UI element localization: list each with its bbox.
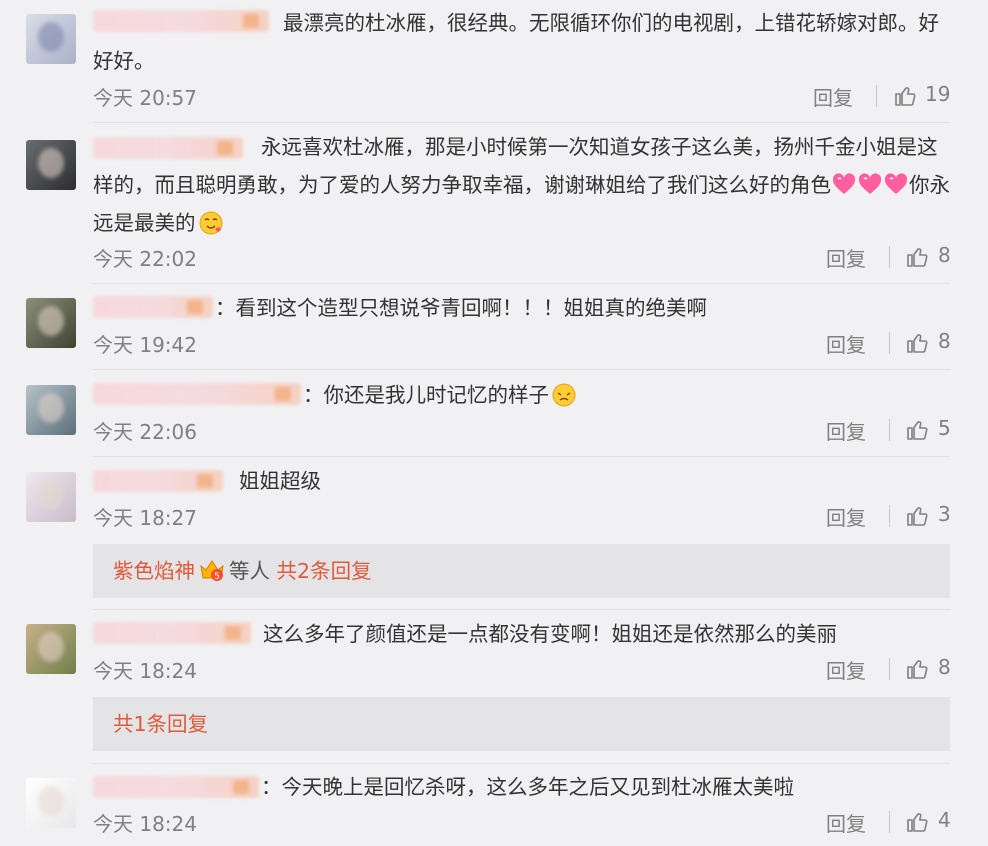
sub-reply-user[interactable]: 紫色焰神: [113, 559, 195, 583]
comment-divider: [93, 369, 950, 370]
reply-button[interactable]: 回复: [813, 82, 853, 111]
like-count: 8: [938, 243, 951, 267]
vip-badge-icon: 5: [200, 560, 224, 582]
avatar[interactable]: [26, 624, 76, 674]
thumbs-up-icon[interactable]: [893, 84, 917, 108]
sub-reply-middle: 等人: [229, 559, 270, 583]
like-count: 8: [938, 329, 951, 353]
comment-text: 姐姐超级: [239, 469, 321, 493]
comment-text: 永远喜欢杜冰雁，那是小时候第一次知道女孩子这么美，扬州千金小姐是这样的，而且聪明…: [93, 128, 950, 242]
comment-meta: 今天 18:24 回复 8: [93, 655, 951, 685]
face-emoji-icon: [199, 211, 222, 235]
reply-button[interactable]: 回复: [826, 329, 866, 358]
like-count: 5: [938, 416, 951, 440]
sub-reply-count[interactable]: 共1条回复: [113, 712, 208, 736]
sub-reply-count[interactable]: 共2条回复: [277, 559, 372, 583]
heart-emoji-icon: [832, 173, 856, 194]
thumbs-up-icon[interactable]: [905, 331, 929, 355]
divider: [889, 811, 890, 833]
comment-divider: [93, 122, 950, 123]
heart-emoji-icon: [884, 173, 908, 194]
comment-text-main: 永远喜欢杜冰雁，那是小时候第一次知道女孩子这么美，扬州千金小姐是这样的，而且聪明…: [93, 135, 938, 197]
avatar[interactable]: [26, 472, 76, 522]
comment-meta: 今天 18:27 回复 3: [93, 502, 951, 532]
comment-divider: [93, 763, 950, 764]
thumbs-up-icon[interactable]: [905, 245, 929, 269]
comment-meta: 今天 22:06 回复 5: [93, 416, 951, 446]
thumbs-up-icon[interactable]: [905, 418, 929, 442]
comment-meta: 今天 19:42 回复 8: [93, 329, 951, 359]
comment-divider: [93, 456, 950, 457]
comment-time: 今天 18:27: [93, 506, 197, 530]
thumbs-up-icon[interactable]: [905, 657, 929, 681]
reply-button[interactable]: 回复: [826, 416, 866, 445]
comment-text-main: ：你还是我儿时记忆的样子: [303, 383, 549, 407]
comment-text: 这么多年了颜值还是一点都没有变啊！姐姐还是依然那么的美丽: [263, 622, 837, 646]
avatar[interactable]: [26, 14, 76, 64]
comment-text: ：今天晚上是回忆杀呀，这么多年之后又见到杜冰雁太美啦: [261, 775, 794, 799]
reply-button[interactable]: 回复: [826, 502, 866, 531]
reply-button[interactable]: 回复: [826, 243, 866, 272]
avatar[interactable]: [26, 140, 76, 190]
thumbs-up-icon[interactable]: [905, 810, 929, 834]
comment-divider: [93, 283, 950, 284]
thumbs-up-icon[interactable]: [905, 504, 929, 528]
comment-time: 今天 22:06: [93, 420, 197, 444]
comment-text: 最漂亮的杜冰雁，很经典。无限循环你们的电视剧，上错花轿嫁对郎。好好好。: [93, 11, 939, 73]
divider: [889, 419, 890, 441]
comment-divider: [93, 609, 950, 610]
comment-time: 今天 22:02: [93, 247, 197, 271]
comment-time: 今天 18:24: [93, 812, 197, 836]
like-count: 19: [925, 82, 951, 106]
like-count: 8: [938, 655, 951, 679]
comment-time: 今天 19:42: [93, 333, 197, 357]
reply-button[interactable]: 回复: [826, 808, 866, 837]
divider: [889, 332, 890, 354]
divider: [889, 658, 890, 680]
sub-replies-box[interactable]: 紫色焰神 5 等人 共2条回复: [93, 544, 950, 598]
heart-emoji-icon: [858, 173, 882, 194]
like-count: 4: [938, 808, 951, 832]
face-emoji-icon: [552, 383, 576, 407]
avatar[interactable]: [26, 298, 76, 348]
reply-button[interactable]: 回复: [826, 655, 866, 684]
comment-time: 今天 20:57: [93, 86, 197, 110]
avatar[interactable]: [26, 385, 76, 435]
divider: [889, 246, 890, 268]
comment-meta: 今天 22:02 回复 8: [93, 243, 951, 273]
comment-meta: 今天 20:57 回复 19: [93, 82, 950, 112]
divider: [876, 85, 877, 107]
comment-text: ：你还是我儿时记忆的样子: [93, 376, 950, 414]
avatar[interactable]: [26, 778, 76, 828]
comment-meta: 今天 18:24 回复 4: [93, 808, 951, 838]
like-count: 3: [938, 502, 951, 526]
sub-replies-box[interactable]: 共1条回复: [93, 697, 950, 751]
divider: [889, 505, 890, 527]
comment-time: 今天 18:24: [93, 659, 197, 683]
svg-text:5: 5: [214, 572, 220, 582]
comment-text: ：看到这个造型只想说爷青回啊！！！姐姐真的绝美啊: [215, 296, 707, 320]
